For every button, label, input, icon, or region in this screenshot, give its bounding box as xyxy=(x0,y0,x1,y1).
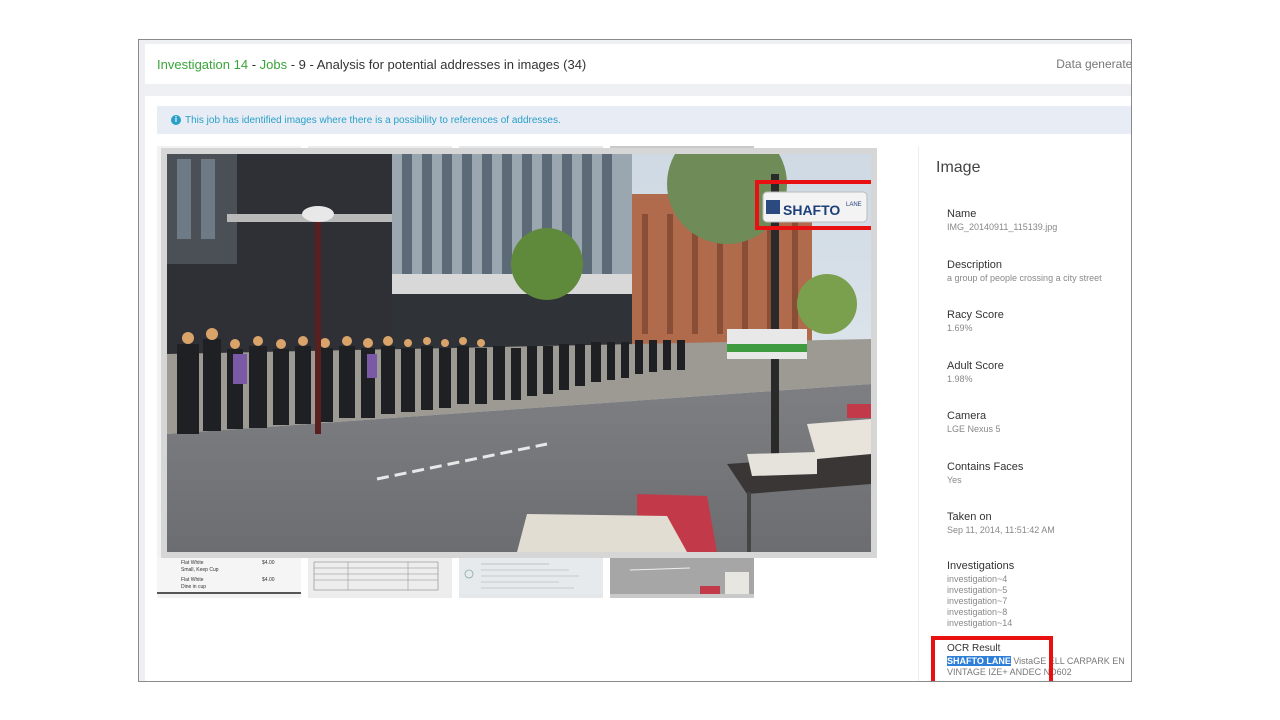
info-circle-icon: i xyxy=(171,115,181,125)
racy-value: 1.69% xyxy=(947,323,973,333)
receipt-prices: $4.00 $4.00 xyxy=(262,560,275,584)
name-label: Name xyxy=(947,208,977,220)
image-viewer[interactable]: SHAFTO LANE xyxy=(161,148,877,558)
field-description: Description a group of people crossing a… xyxy=(947,259,1102,284)
ocr-highlight-box xyxy=(931,636,1053,681)
adult-value: 1.98% xyxy=(947,374,973,384)
street-graphic xyxy=(610,558,754,594)
breadcrumb-current-job: - 9 - Analysis for potential addresses i… xyxy=(287,56,587,72)
receipt-price: $4.00 xyxy=(262,577,275,583)
receipt-line: Flat White xyxy=(181,577,204,583)
racy-label: Racy Score xyxy=(947,309,1004,321)
job-panel: i This job has identified images where t… xyxy=(145,96,1131,681)
taken-label: Taken on xyxy=(947,511,992,523)
field-taken-on: Taken on Sep 11, 2014, 11:51:42 AM xyxy=(947,511,1055,536)
receipt-price: $4.00 xyxy=(262,560,275,566)
adult-label: Adult Score xyxy=(947,360,1004,372)
receipt-line: Dine in cup xyxy=(181,584,207,590)
investigation-link[interactable]: investigation~5 xyxy=(947,585,1014,596)
address-highlight-box xyxy=(755,180,871,230)
faces-label: Contains Faces xyxy=(947,461,1024,473)
investigation-link[interactable]: investigation~8 xyxy=(947,607,1014,618)
breadcrumb: Investigation 14 - Jobs - 9 - Analysis f… xyxy=(157,57,586,72)
page-header: Investigation 14 - Jobs - 9 - Analysis f… xyxy=(145,44,1132,84)
field-racy-score: Racy Score 1.69% xyxy=(947,309,1004,334)
thumbnail-street-strip[interactable] xyxy=(610,558,754,594)
receipt-bottom-rule xyxy=(157,592,301,594)
description-value: a group of people crossing a city street xyxy=(947,273,1102,283)
field-name: Name IMG_20140911_115139.jpg xyxy=(947,208,1057,233)
receipt-line: Flat White xyxy=(181,560,204,566)
info-alert: i This job has identified images where t… xyxy=(157,106,1131,134)
data-generated-label: Data generated xyxy=(1056,57,1132,71)
investigation-link[interactable]: investigation~4 xyxy=(947,574,1014,585)
investigation-link[interactable]: investigation~14 xyxy=(947,618,1014,629)
alert-text: This job has identified images where the… xyxy=(185,114,561,126)
breadcrumb-investigation-link[interactable]: Investigation 14 xyxy=(157,57,248,72)
receipt-lines: Flat White Small, Keep Cup Flat White Di… xyxy=(181,560,219,591)
document-table-graphic xyxy=(313,561,439,591)
image-details-panel: Image Name IMG_20140911_115139.jpg Descr… xyxy=(918,146,1131,681)
faces-value: Yes xyxy=(947,475,962,485)
field-contains-faces: Contains Faces Yes xyxy=(947,461,1023,486)
field-investigations: Investigations investigation~4 investiga… xyxy=(947,560,1014,629)
thumbnail-letter-strip[interactable] xyxy=(459,558,603,594)
field-camera: Camera LGE Nexus 5 xyxy=(947,410,1001,435)
app-window: Investigation 14 - Jobs - 9 - Analysis f… xyxy=(138,39,1132,682)
breadcrumb-separator: - xyxy=(248,56,260,72)
camera-value: LGE Nexus 5 xyxy=(947,424,1001,434)
investigations-label: Investigations xyxy=(947,560,1015,572)
thumbnail-document-strip[interactable] xyxy=(308,558,452,594)
panel-title: Image xyxy=(936,159,981,176)
receipt-line: Small, Keep Cup xyxy=(181,567,219,573)
taken-value: Sep 11, 2014, 11:51:42 AM xyxy=(947,525,1055,535)
description-label: Description xyxy=(947,259,1003,271)
name-value: IMG_20140911_115139.jpg xyxy=(947,222,1058,232)
field-adult-score: Adult Score 1.98% xyxy=(947,360,1004,385)
camera-label: Camera xyxy=(947,410,987,422)
street-photo: SHAFTO LANE xyxy=(167,154,871,552)
letter-graphic xyxy=(464,563,579,589)
investigation-link[interactable]: investigation~7 xyxy=(947,596,1014,607)
breadcrumb-jobs-link[interactable]: Jobs xyxy=(260,57,287,72)
thumbnail-receipt-strip[interactable]: Flat White Small, Keep Cup Flat White Di… xyxy=(157,558,301,594)
